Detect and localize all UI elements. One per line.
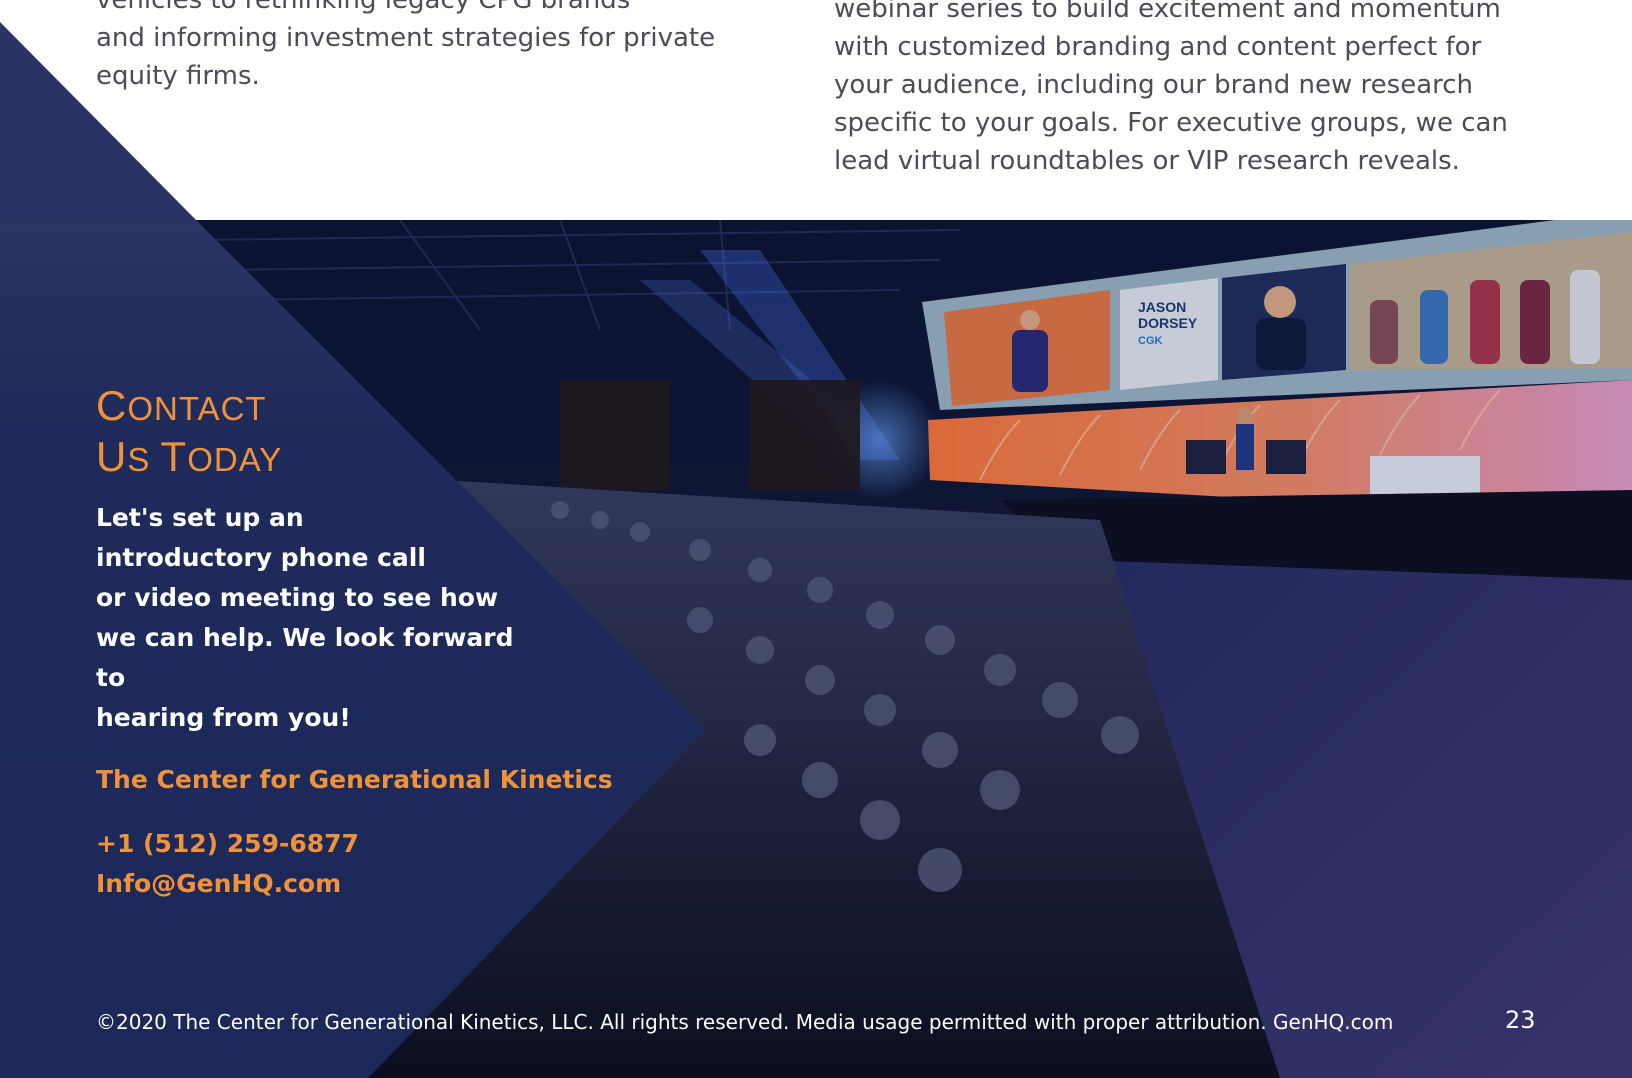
heading-rest: ONTACT xyxy=(127,390,267,427)
right-line-4: specific to your goals. For executive gr… xyxy=(834,108,1508,138)
page-number: 23 xyxy=(1505,1006,1536,1034)
left-line-2: and informing investment strategies for … xyxy=(96,23,716,53)
email-link[interactable]: Info@GenHQ.com xyxy=(96,864,613,904)
heading-cap: T xyxy=(160,433,188,480)
organization-name: The Center for Generational Kinetics xyxy=(96,765,613,794)
contact-body-line: Let's set up an xyxy=(96,503,304,532)
contact-body-line: introductory phone call xyxy=(96,543,426,572)
heading-rest: ODAY xyxy=(187,441,283,478)
contact-body-line: we can help. We look forward to xyxy=(96,623,514,692)
right-line-2: with customized branding and content per… xyxy=(834,32,1482,62)
left-line-3: equity firms. xyxy=(96,61,260,91)
contact-body: Let's set up an introductory phone call … xyxy=(96,498,536,738)
right-text-column: webinar series to build excitement and m… xyxy=(834,0,1554,180)
contact-body-line: hearing from you! xyxy=(96,703,351,732)
left-text-column: vehicles to rethinking legacy CPG brands… xyxy=(96,0,736,95)
contact-heading: CONTACT US TODAY xyxy=(96,382,613,484)
heading-cap: U xyxy=(96,433,128,480)
left-line-1: vehicles to rethinking legacy CPG brands xyxy=(96,0,631,15)
right-line-1: webinar series to build excitement and m… xyxy=(834,0,1501,24)
right-line-3: your audience, including our brand new r… xyxy=(834,70,1474,100)
heading-cap: C xyxy=(96,382,128,429)
right-line-5: lead virtual roundtables or VIP research… xyxy=(834,146,1460,176)
contact-section: CONTACT US TODAY Let's set up an introdu… xyxy=(96,382,613,904)
contact-details: +1 (512) 259-6877 Info@GenHQ.com xyxy=(96,824,613,904)
phone-link[interactable]: +1 (512) 259-6877 xyxy=(96,824,613,864)
footer-copyright: ©2020 The Center for Generational Kineti… xyxy=(96,1010,1394,1034)
heading-rest: S xyxy=(127,441,161,478)
contact-body-line: or video meeting to see how xyxy=(96,583,499,612)
